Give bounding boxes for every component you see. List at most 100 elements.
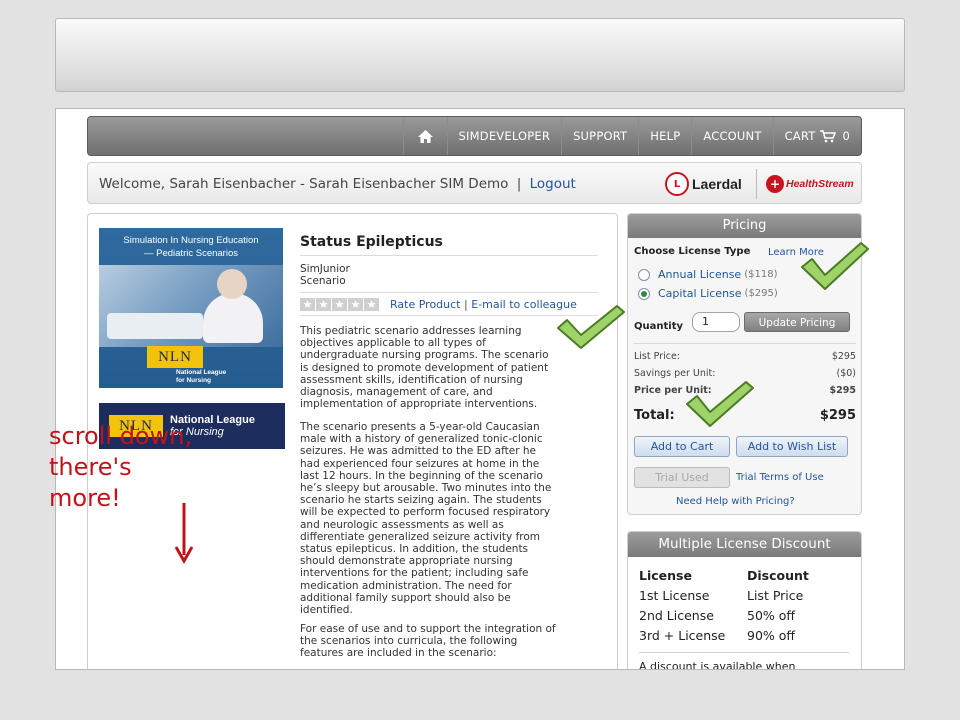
laerdal-logo: L Laerdal — [665, 170, 742, 198]
desc-line: identified. — [300, 604, 353, 617]
trial-terms-link[interactable]: Trial Terms of Use — [736, 472, 824, 483]
discount-row: 1st License List Price — [639, 585, 809, 605]
store-page: SIMDEVELOPER SUPPORT HELP ACCOUNT CART 0… — [55, 108, 905, 670]
rate-product-link[interactable]: Rate Product — [390, 298, 461, 311]
star-icon: ★ — [364, 298, 379, 311]
scroll-down-annotation: scroll down, there's more! — [49, 421, 192, 514]
add-to-wish-list-button[interactable]: Add to Wish List — [736, 436, 848, 457]
list-price-row: List Price: $295 — [634, 351, 856, 362]
star-icon: ★ — [332, 298, 347, 311]
desc-line: he’s sleepy but arousable. Two minutes i… — [300, 482, 552, 495]
description-paragraph-2: The scenario presents a 5-year-old Cauca… — [300, 421, 605, 616]
product-platform: SimJunior — [300, 263, 350, 275]
cover-caption-line1: National League — [176, 369, 227, 376]
annotation-line: scroll down, — [49, 422, 193, 450]
list-price-value: $295 — [831, 351, 856, 362]
discount-header: Multiple License Discount — [628, 532, 861, 557]
radio-annual[interactable] — [638, 268, 650, 281]
desc-line: features are included in the scenario: — [300, 647, 497, 660]
nav-cart[interactable]: CART 0 — [772, 117, 861, 155]
brand-divider — [756, 169, 757, 199]
desc-line: additional family support should also be — [300, 591, 511, 604]
desc-line: and neurologic assessments as well as — [300, 518, 504, 531]
cover-title-line2: — Pediatric Scenarios — [144, 248, 238, 259]
license-type-label: Choose License Type — [634, 246, 751, 257]
annotation-line: there's — [49, 453, 132, 481]
annual-license-label[interactable]: Annual License — [658, 268, 741, 281]
desc-line: diagnosis, management of care, and — [300, 386, 493, 399]
meta-divider — [300, 292, 598, 293]
nav-label: SUPPORT — [573, 129, 628, 143]
add-to-cart-button[interactable]: Add to Cart — [634, 436, 730, 457]
nav-home-button[interactable] — [402, 117, 447, 155]
product-title: Status Epilepticus — [300, 234, 443, 250]
nav-cart-label: CART — [784, 129, 816, 143]
price-divider — [634, 343, 856, 344]
update-pricing-button[interactable]: Update Pricing — [744, 312, 850, 332]
star-icon: ★ — [316, 298, 331, 311]
radio-capital[interactable] — [638, 287, 650, 300]
rating-stars[interactable]: ★ ★ ★ ★ ★ — [300, 298, 380, 311]
nav-label: ACCOUNT — [703, 129, 762, 143]
checkmark-icon — [686, 381, 754, 427]
discount-column-header: Discount — [747, 567, 809, 583]
desc-line: implementation of appropriate interventi… — [300, 398, 538, 411]
nav-support[interactable]: SUPPORT — [561, 117, 638, 155]
star-icon: ★ — [300, 298, 315, 311]
quantity-input[interactable]: 1 — [692, 312, 740, 332]
total-label: Total: — [634, 408, 675, 423]
capital-license-option[interactable]: Capital License ($295) — [638, 287, 778, 300]
list-price-label: List Price: — [634, 351, 681, 362]
trial-used-button: Trial Used — [634, 467, 730, 488]
capital-license-label[interactable]: Capital License — [658, 287, 742, 300]
cart-count: 0 — [842, 129, 850, 143]
desc-line: differentiate generalized seizure activi… — [300, 530, 541, 543]
desc-line: For ease of use and to support the integ… — [300, 623, 556, 635]
license-cell: 2nd License — [639, 607, 714, 623]
annual-license-option[interactable]: Annual License ($118) — [638, 268, 777, 281]
welcome-message: Welcome, Sarah Eisenbacher - Sarah Eisen… — [99, 176, 509, 192]
product-type: Scenario — [300, 275, 346, 287]
nav-account[interactable]: ACCOUNT — [691, 117, 772, 155]
desc-line: seizures. He was admitted to the ED afte… — [300, 445, 536, 458]
desc-line: will be expected to perform focused resp… — [300, 506, 551, 519]
desc-line: should demonstrate appropriate nursing — [300, 555, 513, 568]
top-nav-bar: SIMDEVELOPER SUPPORT HELP ACCOUNT CART 0 — [87, 116, 862, 156]
cover-bed-shape — [107, 313, 203, 339]
discount-row: 3rd + License 90% off — [639, 625, 809, 645]
discount-cell: List Price — [747, 587, 804, 603]
rate-separator: | — [464, 298, 468, 311]
healthstream-badge: + — [766, 175, 784, 193]
desc-line: the scenarios into curricula, the follow… — [300, 635, 518, 648]
cover-photo — [99, 265, 283, 347]
desc-line: male with a history of generalized tonic… — [300, 433, 543, 446]
title-divider — [300, 255, 598, 256]
discount-cell: 90% off — [747, 627, 796, 643]
license-cell: 3rd + License — [639, 627, 726, 643]
desc-line: The scenario presents a 5-year-old Cauca… — [300, 421, 540, 433]
desc-line: interventions for the patient; including… — [300, 567, 529, 580]
down-arrow-icon — [174, 503, 194, 565]
logout-link[interactable]: Logout — [530, 176, 576, 192]
healthstream-logo: + HealthStream — [766, 173, 854, 195]
pricing-header: Pricing — [628, 214, 861, 238]
desc-line: last 12 hours. In the beginning of the s… — [300, 469, 543, 482]
license-cell: 1st License — [639, 587, 710, 603]
pricing-help-link[interactable]: Need Help with Pricing? — [676, 496, 795, 507]
home-icon — [417, 129, 433, 143]
cart-icon — [820, 129, 837, 142]
price-per-unit-value: $295 — [829, 385, 856, 396]
nav-help[interactable]: HELP — [638, 117, 691, 155]
nav-simdeveloper[interactable]: SIMDEVELOPER — [446, 117, 562, 155]
rating-divider — [300, 315, 598, 316]
desc-line: assessment skills, identification of nur… — [300, 373, 523, 386]
discount-header-row: License Discount — [639, 565, 809, 585]
desc-line: scenario he starts seizing again. The st… — [300, 494, 542, 507]
cover-nurse-shape — [203, 293, 263, 343]
laerdal-badge: L — [665, 172, 689, 196]
rate-links: Rate Product | E-mail to colleague — [390, 298, 577, 311]
cover-nurse-head — [217, 269, 247, 299]
checkmark-icon — [557, 305, 625, 349]
product-cover-image[interactable]: Simulation In Nursing Education — Pediat… — [99, 228, 283, 388]
discount-row: 2nd License 50% off — [639, 605, 809, 625]
